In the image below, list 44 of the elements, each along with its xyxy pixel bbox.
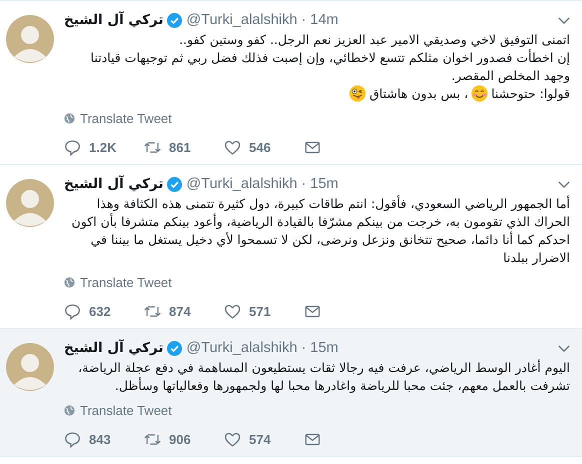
winking-tongue-face-icon	[349, 85, 366, 102]
heart-icon	[224, 430, 241, 448]
mail-icon[interactable]	[304, 140, 321, 154]
author-handle[interactable]: @Turki_alalshikh	[186, 12, 298, 28]
tweet-time[interactable]: · 14m	[301, 12, 338, 28]
retweet-button[interactable]: 906	[144, 430, 224, 448]
tweet-text: إن اخطأت فصدور اخوان مثلكم تتسع لاخطائي، وإن إصبت فذلك فضل ربي ثم توجيهات قيادتنا وجهد المخلص المقصر.	[90, 50, 570, 83]
reply-icon	[64, 138, 81, 156]
retweet-button[interactable]: 874	[144, 302, 224, 320]
reply-icon	[64, 302, 81, 320]
reply-icon	[64, 430, 81, 448]
like-button[interactable]: 546	[224, 138, 304, 156]
mail-icon[interactable]	[304, 304, 321, 318]
smiling-face-icon	[471, 85, 488, 102]
chevron-down-icon[interactable]	[558, 180, 570, 188]
like-button[interactable]: 574	[224, 430, 304, 448]
globe-icon	[64, 405, 75, 416]
mail-icon[interactable]	[304, 432, 321, 446]
author-name[interactable]: تركي آل الشيخ	[64, 12, 164, 28]
reply-button[interactable]: 1.2K	[64, 138, 144, 156]
tweet-text: اتمنى التوفيق لاخي وصديقي الامير عبد العزيز نعم الرجل.. كفو وستين كفو..	[179, 32, 570, 47]
chevron-down-icon[interactable]	[558, 16, 570, 24]
author-handle[interactable]: @Turki_alalshikh	[186, 176, 298, 192]
tweet-time[interactable]: · 15m	[301, 176, 338, 192]
tweet-time[interactable]: · 15m	[301, 340, 338, 356]
translate-tweet-link[interactable]: Translate Tweet	[64, 111, 172, 126]
globe-icon	[64, 113, 75, 124]
author-name[interactable]: تركي آل الشيخ	[64, 176, 164, 192]
tweet-text: أما الجمهور الرياضي السعودي، فأقول: انتم طاقات كبيرة، دول كثيرة تتمنى هذه الكثافة وهذا الحراك الذي تقومون به، خرجت من بينكم مشرّفا بالقيادة الرياضية، وأعود بينكم متشرفا بأن اكون احدكم كما أنا دائما، صحيح تتخانق ونزعل ونرضى، لكن لا تسمحوا لأي دخيل يستغل ما بيننا في الاضرار ببلدنا	[72, 196, 570, 265]
globe-icon	[64, 277, 75, 288]
like-button[interactable]: 571	[224, 302, 304, 320]
heart-icon	[224, 138, 241, 156]
tweet-text: ، بس بدون هاشتاق	[369, 86, 468, 101]
translate-tweet-link[interactable]: Translate Tweet	[64, 403, 172, 418]
reply-button[interactable]: 843	[64, 430, 144, 448]
tweet-text: اليوم أغادر الوسط الرياضي، عرفت فيه رجالا ثقات يستطيعون المساهمة في دفع عجلة الرياضة، تشرفت بالعمل معهم، جئت محبا للرياضة واغادرها محبا لها ولجمهورها وفعالياتها وسأظل.	[78, 360, 570, 393]
reply-button[interactable]: 632	[64, 302, 144, 320]
author-handle[interactable]: @Turki_alalshikh	[186, 340, 298, 356]
retweet-button[interactable]: 861	[144, 138, 224, 156]
author-name[interactable]: تركي آل الشيخ	[64, 340, 164, 356]
tweet-text: قولوا: حتوحشنا	[491, 86, 570, 101]
translate-tweet-link[interactable]: Translate Tweet	[64, 275, 172, 290]
heart-icon	[224, 302, 241, 320]
chevron-down-icon[interactable]	[558, 344, 570, 352]
